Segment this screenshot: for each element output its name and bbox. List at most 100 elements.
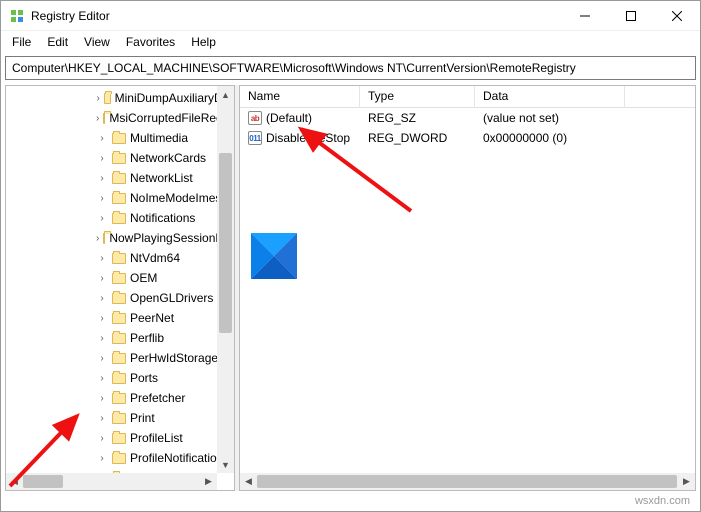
tree-item-label: Prefetcher xyxy=(130,391,185,405)
expand-toggle[interactable]: › xyxy=(96,433,108,444)
folder-icon xyxy=(112,433,126,444)
list-body[interactable]: ab(Default)REG_SZ(value not set)011Disab… xyxy=(240,108,695,148)
tree-item-profilenotification[interactable]: › ProfileNotification xyxy=(6,448,234,468)
expand-toggle[interactable]: › xyxy=(96,233,99,244)
list-row[interactable]: 011DisableIdleStopREG_DWORD0x00000000 (0… xyxy=(240,128,695,148)
tree-item-opengldrivers[interactable]: ›OpenGLDrivers xyxy=(6,288,234,308)
scroll-right-button[interactable]: ▶ xyxy=(200,473,217,490)
menu-view[interactable]: View xyxy=(77,33,117,51)
tree-item-label: NowPlayingSessionManager xyxy=(109,231,234,245)
expand-toggle[interactable]: › xyxy=(96,253,108,264)
scroll-left-button[interactable]: ◀ xyxy=(6,473,23,490)
scroll-track[interactable] xyxy=(217,103,234,456)
column-header-data[interactable]: Data xyxy=(475,86,625,107)
scroll-track[interactable] xyxy=(23,473,200,490)
titlebar[interactable]: Registry Editor xyxy=(1,1,700,31)
expand-toggle[interactable]: › xyxy=(96,313,108,324)
tree-horizontal-scrollbar[interactable]: ◀ ▶ xyxy=(6,473,217,490)
scroll-thumb[interactable] xyxy=(257,475,677,488)
tree-item-print[interactable]: ›Print xyxy=(6,408,234,428)
tree-item-peernet[interactable]: › PeerNet xyxy=(6,308,234,328)
expand-toggle[interactable]: › xyxy=(96,453,108,464)
expand-toggle[interactable]: › xyxy=(96,353,108,364)
maximize-button[interactable] xyxy=(608,1,654,31)
expand-toggle[interactable]: › xyxy=(96,173,108,184)
close-button[interactable] xyxy=(654,1,700,31)
string-value-icon: ab xyxy=(248,111,262,125)
work-area: ›MiniDumpAuxiliaryDlls›MsiCorruptedFileR… xyxy=(5,85,696,491)
expand-toggle[interactable]: › xyxy=(96,213,108,224)
minimize-button[interactable] xyxy=(562,1,608,31)
column-header-type[interactable]: Type xyxy=(360,86,475,107)
list-horizontal-scrollbar[interactable]: ◀ ▶ xyxy=(240,473,695,490)
tree-item-notifications[interactable]: › Notifications xyxy=(6,208,234,228)
expand-toggle[interactable]: › xyxy=(96,293,108,304)
tree-item-label: Notifications xyxy=(130,211,195,225)
tree-item-networkcards[interactable]: ›NetworkCards xyxy=(6,148,234,168)
tree-item-perflib[interactable]: ›Perflib xyxy=(6,328,234,348)
expand-toggle[interactable]: › xyxy=(96,193,108,204)
expand-toggle[interactable]: › xyxy=(96,333,108,344)
folder-icon xyxy=(112,253,126,264)
tree-item-label: ProfileList xyxy=(130,431,183,445)
menu-help[interactable]: Help xyxy=(184,33,223,51)
value-name: (Default) xyxy=(266,111,312,125)
tree-item-label: Ports xyxy=(130,371,158,385)
menu-edit[interactable]: Edit xyxy=(40,33,75,51)
tree-item-label: ProfileNotification xyxy=(130,451,223,465)
tree-item-networklist[interactable]: › NetworkList xyxy=(6,168,234,188)
expand-toggle[interactable]: › xyxy=(96,93,100,104)
tree-item-profilelist[interactable]: › ProfileList xyxy=(6,428,234,448)
scroll-track[interactable] xyxy=(257,473,678,490)
window: Registry Editor File Edit View Favorites… xyxy=(0,0,701,512)
tree-item-nowplayingsessionmanager[interactable]: › NowPlayingSessionManager xyxy=(6,228,234,248)
menu-favorites[interactable]: Favorites xyxy=(119,33,182,51)
tree-item-label: NoImeModeImes xyxy=(130,191,221,205)
folder-icon xyxy=(112,173,126,184)
folder-icon xyxy=(103,233,105,244)
tree-item-label: PeerNet xyxy=(130,311,174,325)
expand-toggle[interactable]: › xyxy=(96,393,108,404)
value-name: DisableIdleStop xyxy=(266,131,350,145)
app-icon xyxy=(9,8,25,24)
value-type: REG_DWORD xyxy=(360,130,475,146)
tree-item-ntvdm64[interactable]: › NtVdm64 xyxy=(6,248,234,268)
tree-item-msicorruptedfilerecovery[interactable]: ›MsiCorruptedFileRecovery xyxy=(6,108,234,128)
tree-item-label: Multimedia xyxy=(130,131,188,145)
folder-icon xyxy=(104,93,110,104)
logo-overlay-icon xyxy=(251,233,297,282)
address-bar[interactable]: Computer\HKEY_LOCAL_MACHINE\SOFTWARE\Mic… xyxy=(5,56,696,80)
scroll-thumb[interactable] xyxy=(219,153,232,333)
tree-item-label: NetworkList xyxy=(130,171,193,185)
column-header-name[interactable]: Name xyxy=(240,86,360,107)
menu-file[interactable]: File xyxy=(5,33,38,51)
scroll-right-button[interactable]: ▶ xyxy=(678,473,695,490)
expand-toggle[interactable]: › xyxy=(96,133,108,144)
expand-toggle[interactable]: › xyxy=(96,413,108,424)
expand-toggle[interactable]: › xyxy=(96,113,99,124)
folder-icon xyxy=(112,133,126,144)
tree-item-multimedia[interactable]: › Multimedia xyxy=(6,128,234,148)
tree-item-minidumpauxiliarydlls[interactable]: ›MiniDumpAuxiliaryDlls xyxy=(6,88,234,108)
folder-icon xyxy=(112,353,126,364)
tree-item-perhwidstorage[interactable]: ›PerHwIdStorage xyxy=(6,348,234,368)
scroll-down-button[interactable]: ▼ xyxy=(217,456,234,473)
tree-item-ports[interactable]: › Ports xyxy=(6,368,234,388)
tree-pane: ›MiniDumpAuxiliaryDlls›MsiCorruptedFileR… xyxy=(5,85,235,491)
expand-toggle[interactable]: › xyxy=(96,373,108,384)
tree-item-noimemodeimes[interactable]: › NoImeModeImes xyxy=(6,188,234,208)
expand-toggle[interactable]: › xyxy=(96,273,108,284)
folder-icon xyxy=(112,273,126,284)
list-row[interactable]: ab(Default)REG_SZ(value not set) xyxy=(240,108,695,128)
tree-item-label: NtVdm64 xyxy=(130,251,180,265)
expand-toggle[interactable]: › xyxy=(96,153,108,164)
scroll-left-button[interactable]: ◀ xyxy=(240,473,257,490)
tree-item-prefetcher[interactable]: › Prefetcher xyxy=(6,388,234,408)
folder-icon xyxy=(112,373,126,384)
tree-content[interactable]: ›MiniDumpAuxiliaryDlls›MsiCorruptedFileR… xyxy=(6,86,234,490)
scroll-up-button[interactable]: ▲ xyxy=(217,86,234,103)
tree-item-oem[interactable]: ›OEM xyxy=(6,268,234,288)
tree-vertical-scrollbar[interactable]: ▲ ▼ xyxy=(217,86,234,473)
folder-icon xyxy=(112,413,126,424)
scroll-thumb[interactable] xyxy=(23,475,63,488)
